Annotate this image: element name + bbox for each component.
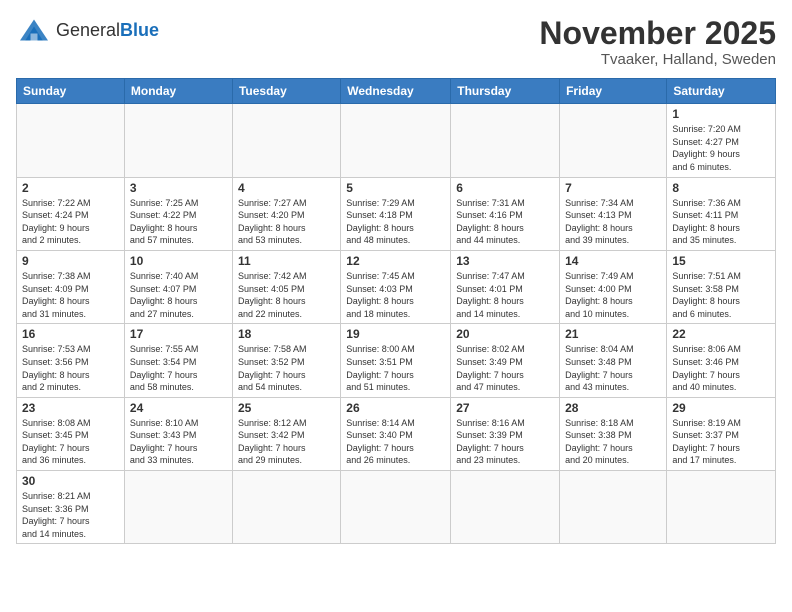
header-sunday: Sunday (17, 79, 125, 104)
day-23: 23 Sunrise: 8:08 AM Sunset: 3:45 PM Dayl… (17, 397, 125, 470)
day-17: 17 Sunrise: 7:55 AM Sunset: 3:54 PM Dayl… (124, 324, 232, 397)
day-1: 1 Sunrise: 7:20 AM Sunset: 4:27 PM Dayli… (667, 104, 776, 177)
day-9: 9 Sunrise: 7:38 AM Sunset: 4:09 PM Dayli… (17, 250, 125, 323)
header-friday: Friday (560, 79, 667, 104)
week-row-2: 2 Sunrise: 7:22 AM Sunset: 4:24 PM Dayli… (17, 177, 776, 250)
logo-general: GeneralBlue (56, 20, 159, 40)
logo: GeneralBlue (16, 16, 159, 44)
empty-cell (341, 104, 451, 177)
empty-cell (667, 471, 776, 544)
week-row-5: 23 Sunrise: 8:08 AM Sunset: 3:45 PM Dayl… (17, 397, 776, 470)
day-27: 27 Sunrise: 8:16 AM Sunset: 3:39 PM Dayl… (451, 397, 560, 470)
day-15: 15 Sunrise: 7:51 AM Sunset: 3:58 PM Dayl… (667, 250, 776, 323)
day-30: 30 Sunrise: 8:21 AM Sunset: 3:36 PM Dayl… (17, 471, 125, 544)
day-14: 14 Sunrise: 7:49 AM Sunset: 4:00 PM Dayl… (560, 250, 667, 323)
day-2: 2 Sunrise: 7:22 AM Sunset: 4:24 PM Dayli… (17, 177, 125, 250)
day-12: 12 Sunrise: 7:45 AM Sunset: 4:03 PM Dayl… (341, 250, 451, 323)
logo-text: GeneralBlue (56, 20, 159, 41)
day-18: 18 Sunrise: 7:58 AM Sunset: 3:52 PM Dayl… (232, 324, 340, 397)
month-title: November 2025 (539, 16, 776, 51)
week-row-1: 1 Sunrise: 7:20 AM Sunset: 4:27 PM Dayli… (17, 104, 776, 177)
day-7: 7 Sunrise: 7:34 AM Sunset: 4:13 PM Dayli… (560, 177, 667, 250)
day-19: 19 Sunrise: 8:00 AM Sunset: 3:51 PM Dayl… (341, 324, 451, 397)
day-20: 20 Sunrise: 8:02 AM Sunset: 3:49 PM Dayl… (451, 324, 560, 397)
day-5: 5 Sunrise: 7:29 AM Sunset: 4:18 PM Dayli… (341, 177, 451, 250)
empty-cell (232, 471, 340, 544)
week-row-4: 16 Sunrise: 7:53 AM Sunset: 3:56 PM Dayl… (17, 324, 776, 397)
empty-cell (560, 104, 667, 177)
empty-cell (232, 104, 340, 177)
header-saturday: Saturday (667, 79, 776, 104)
day-26: 26 Sunrise: 8:14 AM Sunset: 3:40 PM Dayl… (341, 397, 451, 470)
day-11: 11 Sunrise: 7:42 AM Sunset: 4:05 PM Dayl… (232, 250, 340, 323)
empty-cell (124, 104, 232, 177)
calendar: Sunday Monday Tuesday Wednesday Thursday… (16, 78, 776, 544)
day-16: 16 Sunrise: 7:53 AM Sunset: 3:56 PM Dayl… (17, 324, 125, 397)
week-row-6: 30 Sunrise: 8:21 AM Sunset: 3:36 PM Dayl… (17, 471, 776, 544)
header: GeneralBlue November 2025 Tvaaker, Halla… (16, 16, 776, 68)
logo-icon (16, 16, 52, 44)
empty-cell (451, 471, 560, 544)
weekday-header-row: Sunday Monday Tuesday Wednesday Thursday… (17, 79, 776, 104)
day-25: 25 Sunrise: 8:12 AM Sunset: 3:42 PM Dayl… (232, 397, 340, 470)
week-row-3: 9 Sunrise: 7:38 AM Sunset: 4:09 PM Dayli… (17, 250, 776, 323)
page: GeneralBlue November 2025 Tvaaker, Halla… (0, 0, 792, 554)
empty-cell (124, 471, 232, 544)
empty-cell (560, 471, 667, 544)
header-wednesday: Wednesday (341, 79, 451, 104)
logo-blue: Blue (120, 20, 159, 40)
empty-cell (451, 104, 560, 177)
header-thursday: Thursday (451, 79, 560, 104)
day-28: 28 Sunrise: 8:18 AM Sunset: 3:38 PM Dayl… (560, 397, 667, 470)
location-title: Tvaaker, Halland, Sweden (539, 51, 776, 68)
empty-cell (17, 104, 125, 177)
empty-cell (341, 471, 451, 544)
day-29: 29 Sunrise: 8:19 AM Sunset: 3:37 PM Dayl… (667, 397, 776, 470)
day-21: 21 Sunrise: 8:04 AM Sunset: 3:48 PM Dayl… (560, 324, 667, 397)
day-3: 3 Sunrise: 7:25 AM Sunset: 4:22 PM Dayli… (124, 177, 232, 250)
header-monday: Monday (124, 79, 232, 104)
day-13: 13 Sunrise: 7:47 AM Sunset: 4:01 PM Dayl… (451, 250, 560, 323)
header-tuesday: Tuesday (232, 79, 340, 104)
day-4: 4 Sunrise: 7:27 AM Sunset: 4:20 PM Dayli… (232, 177, 340, 250)
title-block: November 2025 Tvaaker, Halland, Sweden (539, 16, 776, 68)
day-6: 6 Sunrise: 7:31 AM Sunset: 4:16 PM Dayli… (451, 177, 560, 250)
day-22: 22 Sunrise: 8:06 AM Sunset: 3:46 PM Dayl… (667, 324, 776, 397)
day-10: 10 Sunrise: 7:40 AM Sunset: 4:07 PM Dayl… (124, 250, 232, 323)
day-8: 8 Sunrise: 7:36 AM Sunset: 4:11 PM Dayli… (667, 177, 776, 250)
day-24: 24 Sunrise: 8:10 AM Sunset: 3:43 PM Dayl… (124, 397, 232, 470)
